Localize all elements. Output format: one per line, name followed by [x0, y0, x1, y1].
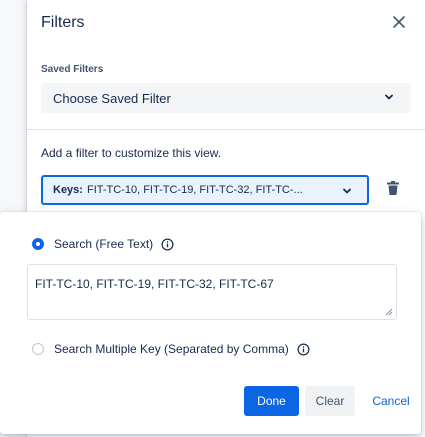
close-icon	[393, 16, 405, 28]
keys-filter-value: FIT-TC-10, FIT-TC-19, FIT-TC-32, FIT-TC-…	[86, 184, 303, 196]
key-search-textarea[interactable]: FIT-TC-10, FIT-TC-19, FIT-TC-32, FIT-TC-…	[27, 264, 397, 320]
saved-filter-select-value: Choose Saved Filter	[53, 90, 171, 106]
keys-filter-label: Keys:	[53, 184, 83, 196]
cancel-button[interactable]: Cancel	[362, 386, 420, 416]
keys-filter-chip[interactable]: Keys: FIT-TC-10, FIT-TC-19, FIT-TC-32, F…	[41, 175, 369, 205]
trash-icon	[387, 181, 399, 195]
resize-handle-icon[interactable]	[385, 308, 393, 316]
clear-button[interactable]: Clear	[305, 386, 355, 416]
chevron-down-icon	[343, 188, 351, 194]
info-icon[interactable]	[297, 343, 310, 356]
radio-checked-icon	[32, 238, 44, 250]
close-button[interactable]	[387, 10, 411, 34]
filter-hint-text: Add a filter to customize this view.	[41, 146, 222, 160]
panel-title: Filters	[41, 14, 85, 31]
delete-filter-button[interactable]	[387, 181, 403, 199]
saved-filters-label: Saved Filters	[41, 64, 104, 75]
radio-unchecked-icon	[32, 343, 44, 355]
radio-search-free-text[interactable]: Search (Free Text)	[32, 237, 174, 251]
info-icon[interactable]	[161, 238, 174, 251]
saved-filter-select[interactable]: Choose Saved Filter	[41, 83, 411, 113]
chevron-down-icon	[385, 94, 393, 100]
radio-search-multiple-key-label: Search Multiple Key (Separated by Comma)	[54, 342, 289, 356]
radio-search-multiple-key[interactable]: Search Multiple Key (Separated by Comma)	[32, 342, 310, 356]
radio-search-free-text-label: Search (Free Text)	[54, 237, 154, 251]
done-button[interactable]: Done	[244, 386, 299, 416]
keys-filter-popover: Search (Free Text) Search Multiple Key (…	[0, 212, 421, 434]
section-divider	[27, 129, 425, 130]
